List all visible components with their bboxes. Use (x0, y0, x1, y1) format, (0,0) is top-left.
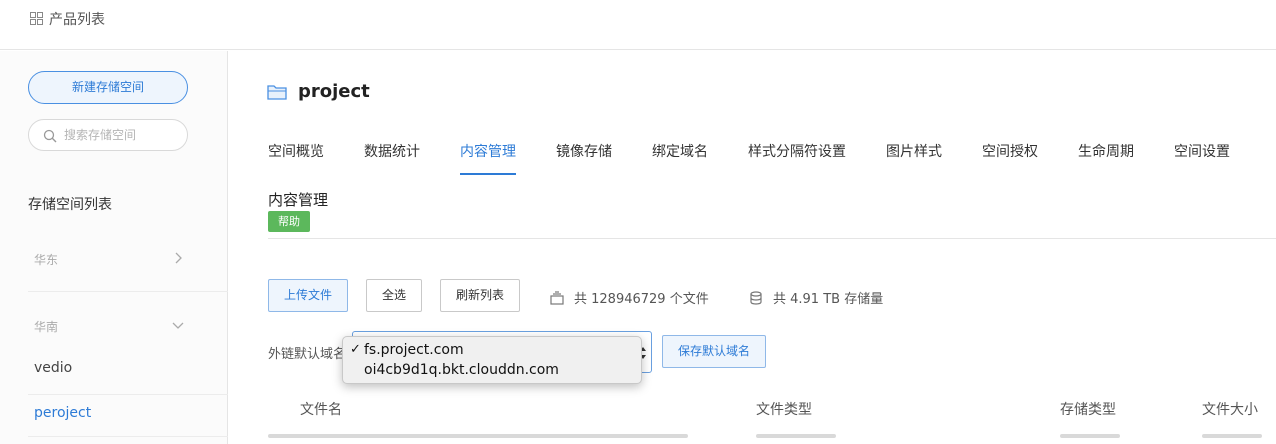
tab-overview[interactable]: 空间概览 (268, 141, 324, 175)
column-header-filetype[interactable]: 文件类型 (756, 399, 812, 419)
divider (28, 394, 228, 395)
chevron-down-icon (172, 322, 184, 329)
checkmark-icon: ✓ (350, 342, 361, 357)
column-header-filename[interactable]: 文件名 (300, 399, 342, 419)
storage-text: 共 4.91 TB 存储量 (773, 292, 884, 307)
bucket-item-peroject[interactable]: peroject (34, 405, 91, 421)
top-bar: 产品列表 (0, 0, 1276, 50)
tab-space-settings[interactable]: 空间设置 (1174, 141, 1230, 175)
bucket-list-heading: 存储空间列表 (28, 197, 112, 213)
tab-space-authorization[interactable]: 空间授权 (982, 141, 1038, 175)
tab-bar: 空间概览 数据统计 内容管理 镜像存储 绑定域名 样式分隔符设置 图片样式 空间… (268, 141, 1276, 175)
dropdown-option-clouddn[interactable]: oi4cb9d1q.bkt.clouddn.com (343, 362, 641, 381)
divider (28, 291, 228, 292)
storage-stat: 共 4.91 TB 存储量 (749, 288, 883, 307)
tab-lifecycle[interactable]: 生命周期 (1078, 141, 1134, 175)
tab-bind-domain[interactable]: 绑定域名 (652, 141, 708, 175)
divider (28, 436, 228, 437)
search-input[interactable] (64, 126, 182, 144)
select-all-button[interactable]: 全选 (366, 279, 422, 312)
tab-statistics[interactable]: 数据统计 (364, 141, 420, 175)
database-icon (750, 291, 762, 305)
region-south-china[interactable]: 华南 (34, 318, 194, 335)
refresh-list-button[interactable]: 刷新列表 (440, 279, 520, 312)
folder-icon (267, 85, 287, 100)
tab-content-management[interactable]: 内容管理 (460, 141, 516, 175)
search-icon (43, 129, 57, 143)
section-title: 内容管理 (268, 191, 329, 209)
new-bucket-button[interactable]: 新建存储空间 (28, 71, 188, 104)
option-label: oi4cb9d1q.bkt.clouddn.com (364, 362, 559, 378)
column-header-filesize[interactable]: 文件大小 (1202, 399, 1258, 419)
file-count-text: 共 128946729 个文件 (574, 292, 709, 307)
help-button[interactable]: 帮助 (268, 211, 310, 232)
column-header-storage-type[interactable]: 存储类型 (1060, 399, 1116, 419)
product-list-link[interactable]: 产品列表 (49, 9, 105, 29)
chevron-right-icon (175, 252, 182, 264)
tab-style-separator[interactable]: 样式分隔符设置 (748, 141, 846, 175)
domain-dropdown-menu: ✓ fs.project.com oi4cb9d1q.bkt.clouddn.c… (342, 336, 642, 384)
tab-image-style[interactable]: 图片样式 (886, 141, 942, 175)
table-row[interactable] (268, 434, 1276, 444)
dropdown-option-fs-project[interactable]: ✓ fs.project.com (343, 342, 641, 361)
file-count-stat: 共 128946729 个文件 (550, 288, 709, 307)
save-default-domain-button[interactable]: 保存默认域名 (662, 335, 766, 368)
region-label: 华南 (34, 320, 59, 334)
files-icon (550, 291, 564, 305)
bucket-item-vedio[interactable]: vedio (34, 360, 72, 376)
bucket-search[interactable] (28, 119, 188, 151)
tab-mirror-storage[interactable]: 镜像存储 (556, 141, 612, 175)
divider (268, 238, 1276, 239)
upload-file-button[interactable]: 上传文件 (268, 279, 348, 312)
bucket-title: project (298, 81, 370, 102)
main-content: project 空间概览 数据统计 内容管理 镜像存储 绑定域名 样式分隔符设置… (229, 51, 1276, 444)
default-domain-label: 外链默认域名 (268, 347, 347, 362)
region-east-china[interactable]: 华东 (34, 251, 194, 268)
region-label: 华东 (34, 253, 59, 267)
grid-icon[interactable] (30, 12, 43, 25)
sidebar: 新建存储空间 存储空间列表 华东 华南 vedio peroject (0, 51, 228, 444)
option-label: fs.project.com (364, 342, 464, 358)
